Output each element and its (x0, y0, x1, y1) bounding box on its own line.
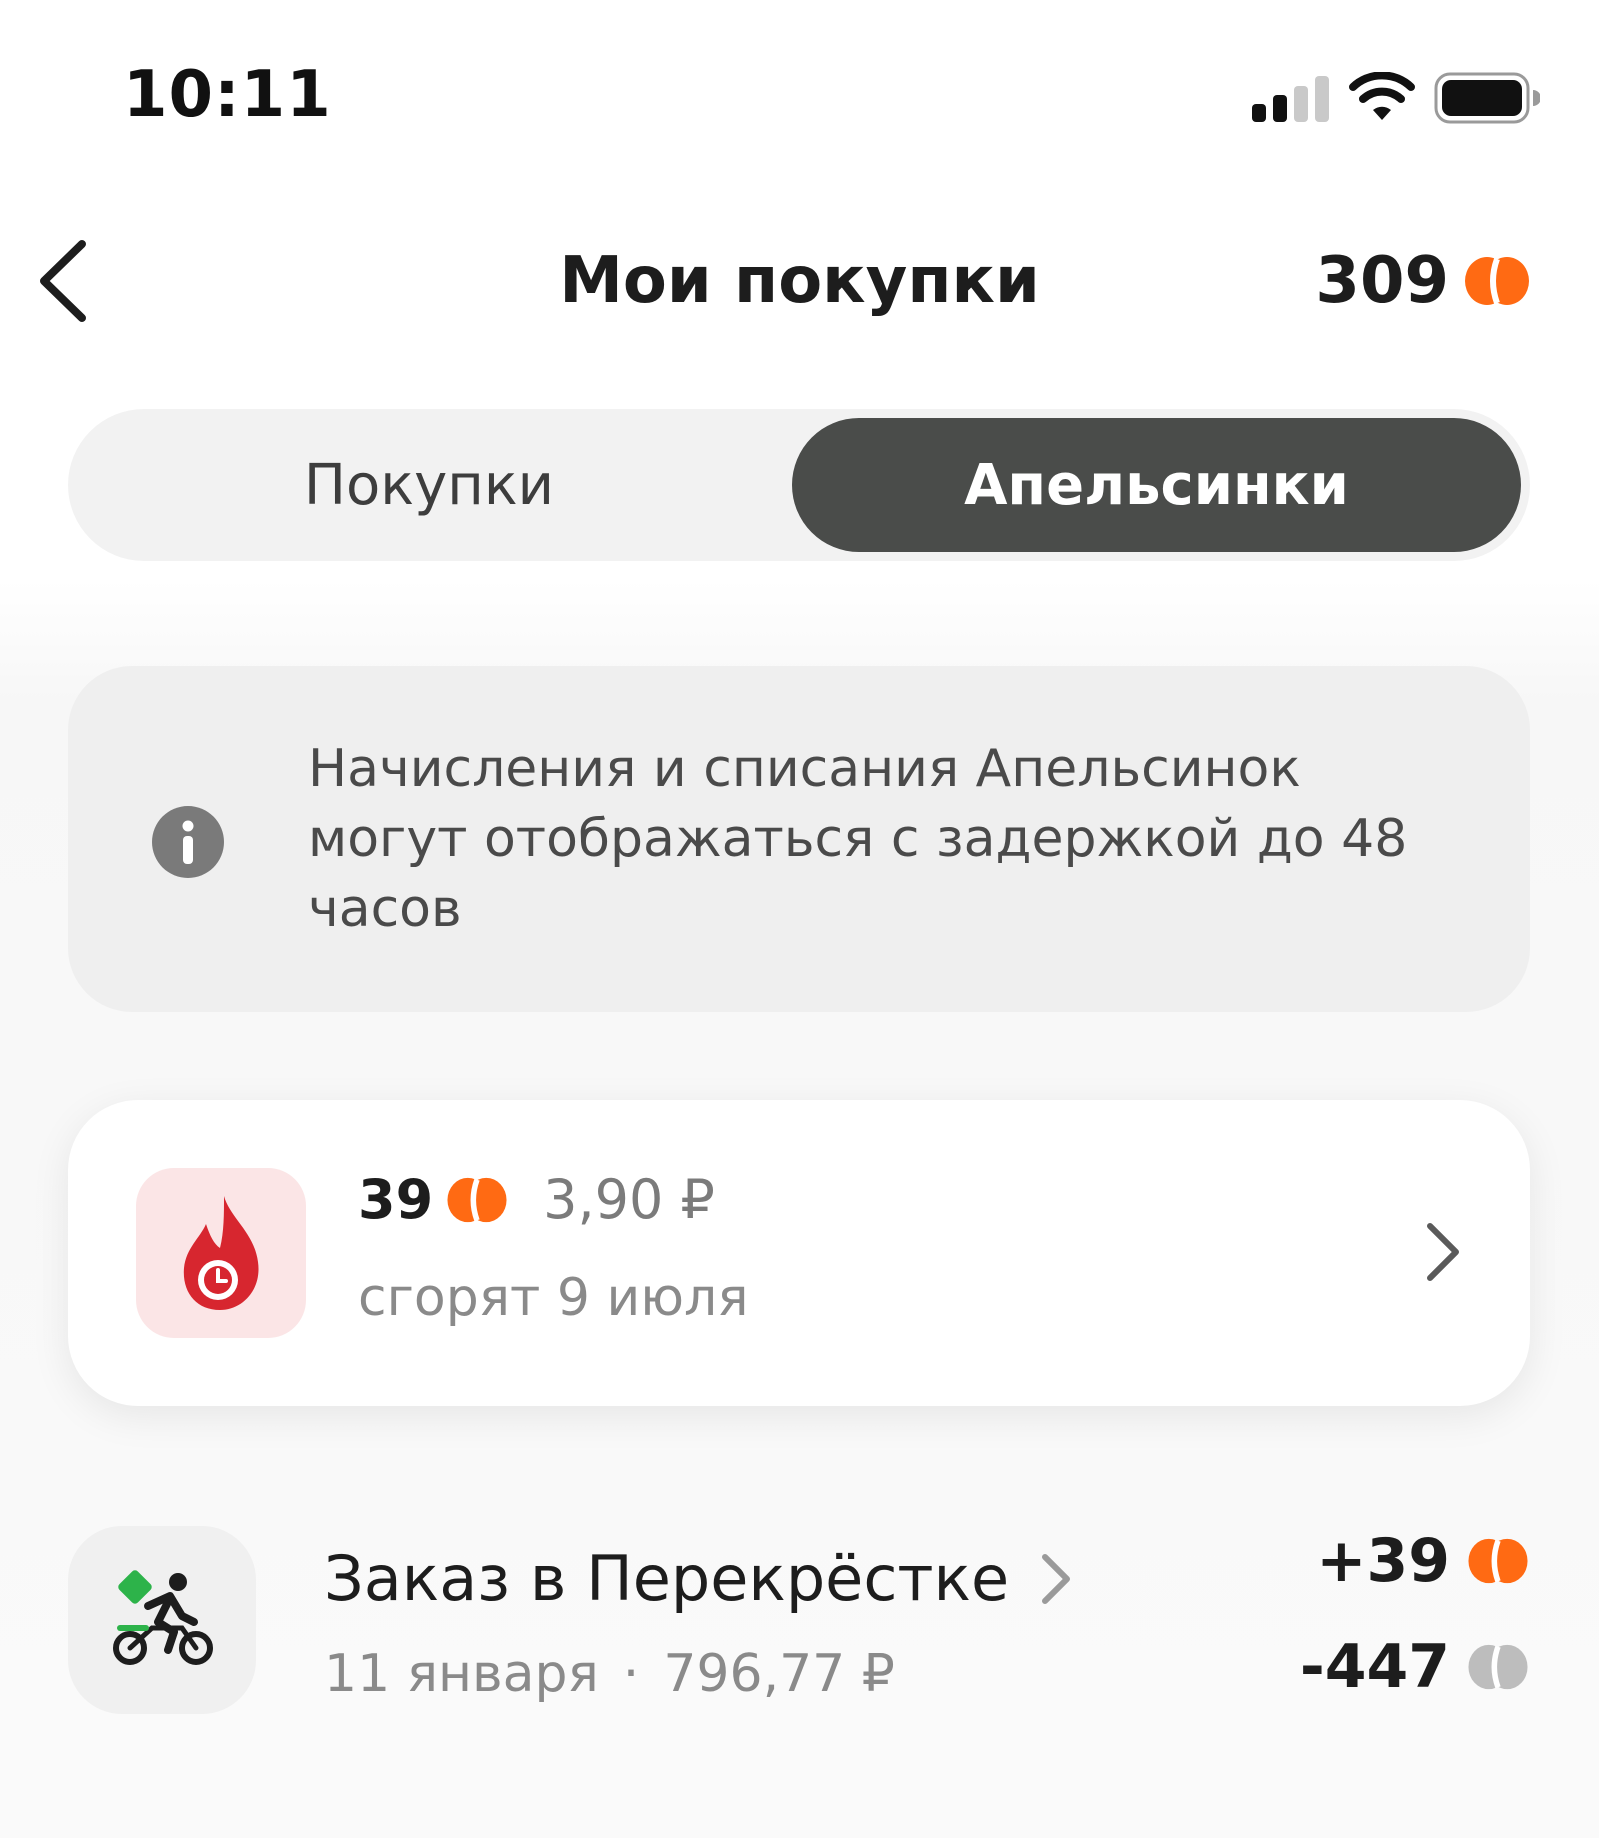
gray-coin-icon (1468, 1644, 1528, 1690)
expiring-amount-row: 39 3,90 ₽ (358, 1168, 715, 1231)
tabs-segmented-control: Покупки Апельсинки (68, 409, 1530, 561)
courier-bike-icon (113, 1570, 213, 1665)
expiring-money-value: 3,90 ₽ (543, 1168, 715, 1231)
orange-coin-icon (447, 1177, 507, 1222)
tab-purchases[interactable]: Покупки (68, 418, 790, 552)
expiring-points-value: 39 (358, 1168, 434, 1231)
transaction-title-row: Заказ в Перекрёстке (324, 1542, 1073, 1615)
expiring-date: сгорят 9 июля (358, 1268, 749, 1328)
earned-points: +39 (1316, 1526, 1530, 1596)
orange-coin-icon (1465, 257, 1529, 305)
cellular-signal-icon (1252, 76, 1329, 122)
spent-points: -447 (1300, 1632, 1530, 1702)
info-icon (152, 806, 224, 878)
chevron-right-icon (1427, 1223, 1459, 1281)
fire-clock-icon (183, 1196, 259, 1310)
earned-points-value: +39 (1316, 1526, 1450, 1596)
points-balance: 309 (1315, 244, 1531, 318)
expiring-points-card[interactable]: 39 3,90 ₽ сгорят 9 июля (68, 1100, 1530, 1406)
info-notice-text: Начисления и списания Апельсинок могут о… (308, 739, 1408, 939)
chevron-right-icon (1042, 1553, 1071, 1604)
orange-coin-icon (1468, 1538, 1528, 1584)
separator-dot: · (622, 1644, 640, 1704)
tab-oranges[interactable]: Апельсинки (792, 418, 1521, 552)
transaction-subtitle: 11 января · 796,77 ₽ (324, 1644, 895, 1704)
transaction-amount: 796,77 ₽ (663, 1644, 895, 1704)
fire-icon-tile (136, 1168, 306, 1338)
points-balance-value: 309 (1315, 244, 1449, 318)
battery-icon (1434, 72, 1540, 124)
wifi-icon (1349, 72, 1415, 120)
transaction-title: Заказ в Перекрёстке (324, 1542, 1010, 1615)
transaction-icon-tile (68, 1526, 256, 1714)
transaction-date: 11 января (324, 1644, 599, 1704)
spent-points-value: -447 (1299, 1632, 1450, 1702)
status-time: 10:11 (123, 58, 332, 132)
transaction-row[interactable]: Заказ в Перекрёстке 11 января · 796,77 ₽ +… (68, 1526, 1530, 1716)
info-notice-card: Начисления и списания Апельсинок могут о… (68, 666, 1530, 1012)
